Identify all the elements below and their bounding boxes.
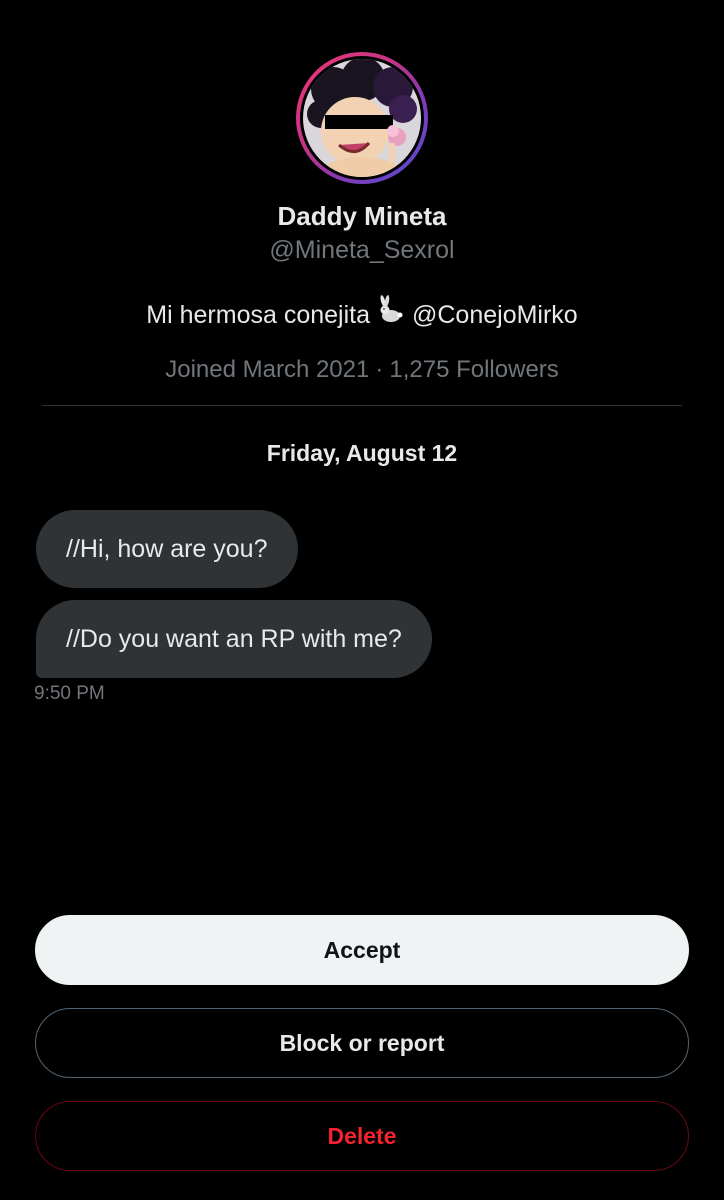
display-name[interactable]: Daddy Mineta bbox=[0, 200, 724, 232]
followers-count[interactable]: 1,275 Followers bbox=[389, 356, 558, 383]
bio-text: Mi hermosa conejita bbox=[146, 301, 370, 329]
profile-bio: Mi hermosa conejita @ConejoMirko bbox=[0, 295, 724, 334]
avatar[interactable] bbox=[300, 56, 424, 180]
conversation-date: Friday, August 12 bbox=[266, 440, 458, 466]
profile-header: Daddy Mineta @Mineta_Sexrol Mi hermosa c… bbox=[0, 52, 724, 386]
bio-mention-link[interactable]: @ConejoMirko bbox=[412, 301, 578, 329]
joined-date: Joined March 2021 bbox=[165, 356, 370, 383]
meta-separator: · bbox=[375, 356, 384, 383]
section-divider bbox=[42, 405, 682, 406]
message-bubble[interactable]: //Do you want an RP with me? bbox=[36, 600, 432, 678]
message-timestamp: 9:50 PM bbox=[34, 683, 105, 704]
rabbit-icon bbox=[376, 295, 406, 334]
profile-meta: Joined March 2021 · 1,275 Followers bbox=[0, 354, 724, 386]
avatar-image bbox=[303, 59, 421, 177]
accept-button[interactable]: Accept bbox=[35, 915, 689, 985]
user-handle[interactable]: @Mineta_Sexrol bbox=[0, 234, 724, 266]
avatar-story-ring[interactable] bbox=[296, 52, 428, 184]
message-bubble[interactable]: //Hi, how are you? bbox=[36, 510, 298, 588]
delete-button[interactable]: Delete bbox=[35, 1101, 689, 1171]
block-or-report-button[interactable]: Block or report bbox=[35, 1008, 689, 1078]
